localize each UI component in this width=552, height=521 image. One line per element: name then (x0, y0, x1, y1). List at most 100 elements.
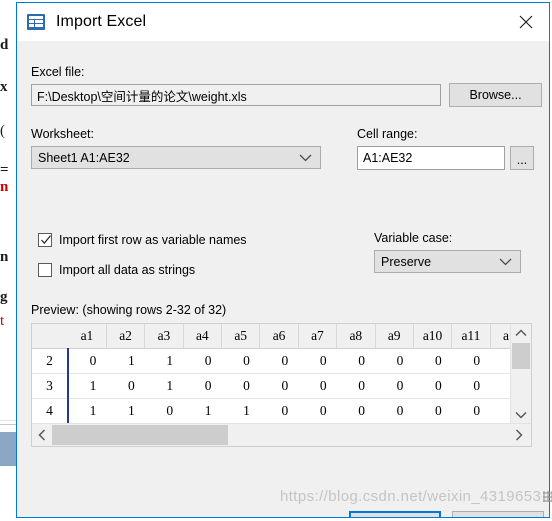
table-cell[interactable]: 0 (68, 348, 107, 374)
variable-case-label: Variable case: (374, 231, 453, 245)
column-header[interactable]: a11 (451, 324, 491, 349)
table-cell[interactable]: 0 (221, 348, 260, 374)
background-glyph: g (0, 289, 8, 305)
table-cell[interactable]: 1 (68, 373, 107, 399)
preview-table: a1 a2 a3 a4 a5 a6 a7 a8 a9 a10 a11 a1 (32, 324, 511, 424)
scroll-down-icon[interactable] (511, 406, 531, 424)
preview-grid-viewport: a1 a2 a3 a4 a5 a6 a7 a8 a9 a10 a11 a1 (32, 324, 511, 424)
background-scroll-chip (0, 432, 16, 466)
background-glyph: t (0, 313, 5, 329)
table-cell[interactable]: 0 (451, 373, 491, 399)
table-cell[interactable]: 0 (413, 398, 452, 424)
table-cell[interactable]: 0 (259, 373, 299, 399)
table-cell[interactable] (490, 348, 511, 374)
table-cell[interactable]: 0 (298, 373, 337, 399)
table-cell[interactable]: 0 (375, 348, 414, 374)
table-cell[interactable]: 0 (451, 398, 491, 424)
column-header[interactable]: a7 (298, 324, 338, 349)
table-cell[interactable] (490, 373, 511, 399)
table-row[interactable]: 3 1 0 1 0 0 0 0 0 0 0 0 (32, 373, 511, 399)
table-cell[interactable]: 0 (221, 373, 260, 399)
row-number: 4 (32, 398, 69, 424)
scroll-left-icon[interactable] (32, 424, 52, 446)
cancel-button[interactable]: Cancel (452, 511, 544, 517)
chevron-down-icon (499, 255, 512, 269)
preview-label: Preview: (showing rows 2-32 of 32) (31, 303, 227, 317)
ok-button[interactable]: OK (349, 511, 441, 517)
table-cell[interactable]: 0 (298, 348, 337, 374)
preview-grid: a1 a2 a3 a4 a5 a6 a7 a8 a9 a10 a11 a1 (31, 323, 532, 447)
background-glyph: ( (0, 123, 5, 139)
table-cell[interactable]: 1 (106, 398, 145, 424)
browse-button[interactable]: Browse... (449, 83, 542, 107)
table-cell[interactable]: 0 (259, 398, 299, 424)
table-cell[interactable]: 0 (413, 373, 452, 399)
excel-file-input[interactable]: F:\Desktop\空间计量的论文\weight.xls (31, 84, 441, 106)
scroll-right-icon[interactable] (509, 424, 529, 446)
dialog-body: Excel file: F:\Desktop\空间计量的论文\weight.xl… (17, 41, 549, 517)
cell-range-input[interactable]: A1:AE32 (357, 146, 505, 170)
row-number: 2 (32, 348, 69, 374)
import-as-strings-label: Import all data as strings (59, 263, 196, 277)
table-cell[interactable]: 1 (144, 373, 184, 399)
table-cell[interactable]: 1 (144, 348, 184, 374)
scroll-thumb-vertical[interactable] (512, 343, 530, 369)
table-cell[interactable]: 0 (144, 398, 184, 424)
table-cell[interactable] (490, 398, 511, 424)
checkbox-box (38, 263, 52, 277)
table-cell[interactable]: 0 (259, 348, 299, 374)
checkbox-box (38, 233, 52, 247)
import-first-row-checkbox[interactable]: Import first row as variable names (38, 233, 247, 247)
import-first-row-label: Import first row as variable names (59, 233, 247, 247)
row-number-header (32, 324, 68, 349)
window-title: Import Excel (56, 13, 147, 30)
table-cell[interactable]: 0 (183, 348, 222, 374)
table-cell[interactable]: 0 (413, 348, 452, 374)
cell-range-label: Cell range: (357, 127, 418, 141)
excel-file-label: Excel file: (31, 65, 85, 79)
background-glyph: n (0, 179, 9, 195)
table-cell[interactable]: 0 (183, 373, 222, 399)
column-header[interactable]: a1 (68, 324, 107, 349)
background-glyph: n (0, 249, 9, 265)
column-header[interactable]: a5 (221, 324, 261, 349)
column-header[interactable]: a4 (183, 324, 223, 349)
preview-vertical-scrollbar[interactable] (510, 324, 531, 424)
table-cell[interactable]: 1 (183, 398, 222, 424)
excel-table-icon (27, 14, 45, 30)
table-cell[interactable]: 0 (336, 348, 375, 374)
table-cell[interactable]: 0 (336, 398, 375, 424)
worksheet-select[interactable]: Sheet1 A1:AE32 (31, 146, 321, 169)
preview-horizontal-scrollbar[interactable] (32, 423, 531, 446)
column-header[interactable]: a3 (144, 324, 184, 349)
close-icon[interactable] (503, 3, 549, 41)
check-icon (40, 234, 52, 249)
table-cell[interactable]: 0 (106, 373, 145, 399)
table-cell[interactable]: 1 (106, 348, 145, 374)
variable-case-selected-value: Preserve (381, 254, 432, 269)
table-cell[interactable]: 0 (375, 398, 414, 424)
table-cell[interactable]: 0 (336, 373, 375, 399)
scroll-up-icon[interactable] (511, 324, 531, 342)
table-cell[interactable]: 0 (298, 398, 337, 424)
column-header[interactable]: a2 (106, 324, 146, 349)
cell-range-picker-button[interactable]: ... (510, 146, 534, 170)
variable-case-select[interactable]: Preserve (374, 250, 521, 273)
table-row[interactable]: 2 0 1 1 0 0 0 0 0 0 0 0 (32, 348, 511, 374)
table-header-row: a1 a2 a3 a4 a5 a6 a7 a8 a9 a10 a11 a1 (32, 324, 511, 349)
column-header[interactable]: a6 (259, 324, 299, 349)
table-cell[interactable]: 1 (221, 398, 260, 424)
scroll-thumb-horizontal[interactable] (52, 425, 228, 445)
column-header[interactable]: a9 (375, 324, 414, 349)
table-cell[interactable]: 1 (68, 398, 107, 424)
column-header[interactable]: a10 (413, 324, 453, 349)
import-excel-dialog: Import Excel Excel file: F:\Desktop\空间计量… (16, 2, 550, 518)
column-header[interactable]: a8 (336, 324, 376, 349)
import-as-strings-checkbox[interactable]: Import all data as strings (38, 263, 195, 277)
table-cell[interactable]: 0 (375, 373, 414, 399)
table-row[interactable]: 4 1 1 0 1 1 0 0 0 0 0 0 (32, 398, 511, 424)
row-number: 3 (32, 373, 69, 399)
column-header[interactable]: a1 (490, 324, 511, 349)
worksheet-selected-value: Sheet1 A1:AE32 (38, 150, 130, 165)
table-cell[interactable]: 0 (451, 348, 491, 374)
